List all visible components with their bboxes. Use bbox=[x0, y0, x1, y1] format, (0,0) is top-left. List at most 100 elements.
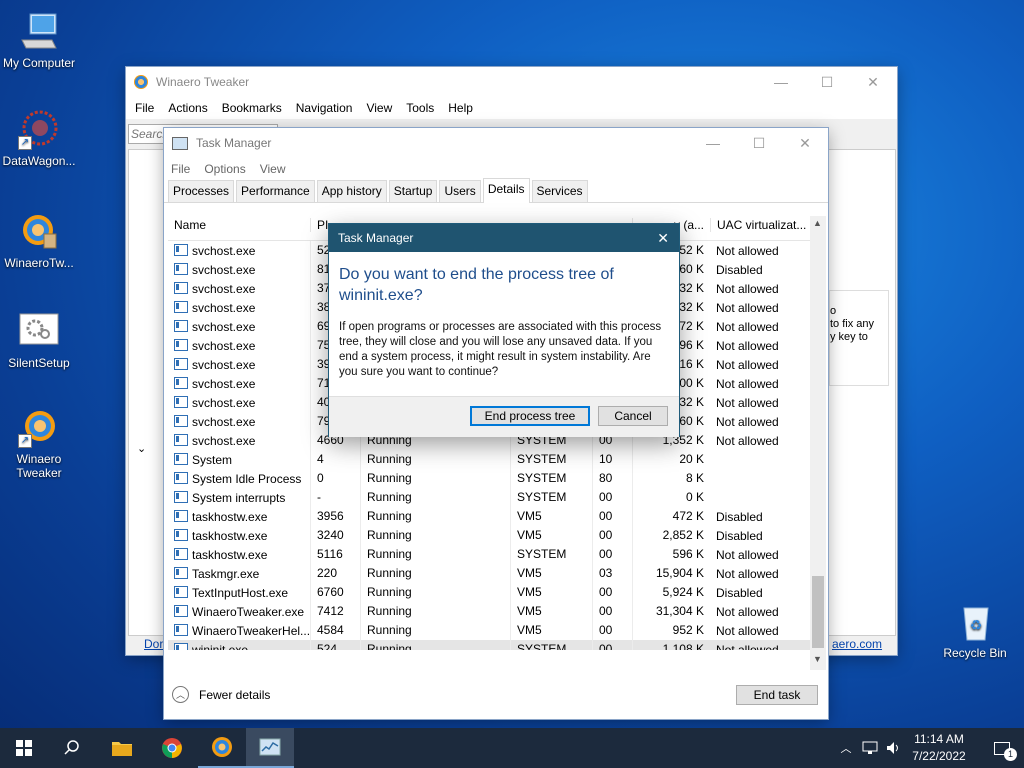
column-header-name[interactable]: Name ^ bbox=[168, 218, 310, 232]
close-button[interactable]: ✕ bbox=[782, 128, 828, 158]
menu-view[interactable]: View bbox=[253, 162, 293, 176]
table-row[interactable]: WinaeroTweaker.exe 7412 Running VM5 00 31,304… bbox=[168, 602, 818, 621]
process-name: svchost.exe bbox=[192, 395, 256, 410]
process-name: System bbox=[192, 452, 233, 467]
chevron-down-icon[interactable]: ⌄ bbox=[137, 442, 146, 455]
network-icon[interactable] bbox=[858, 728, 882, 768]
table-row[interactable]: TextInputHost.exe 6760 Running VM5 00 5,924 K… bbox=[168, 583, 818, 602]
scroll-down-icon[interactable]: ▼ bbox=[813, 654, 822, 664]
tab-services[interactable]: Services bbox=[531, 180, 588, 202]
dialog-title-bar[interactable]: Task Manager ✕ bbox=[329, 224, 679, 252]
uac-cell: Disabled bbox=[716, 528, 763, 543]
desktop-icon-my-computer[interactable]: My Computer bbox=[0, 10, 78, 70]
desktop-icon-silentsetup[interactable]: SilentSetup bbox=[0, 310, 78, 370]
cancel-button[interactable]: Cancel bbox=[598, 406, 668, 426]
tree-pane[interactable]: ⌄ bbox=[128, 149, 166, 636]
task-manager-taskbar-button[interactable] bbox=[246, 728, 294, 768]
process-name: TextInputHost.exe bbox=[192, 585, 289, 600]
tab-startup[interactable]: Startup bbox=[388, 180, 438, 202]
menu-actions[interactable]: Actions bbox=[161, 101, 214, 115]
process-name: taskhostw.exe bbox=[192, 509, 268, 524]
table-row[interactable]: Taskmgr.exe 220 Running VM5 03 15,904 K Not al… bbox=[168, 564, 818, 583]
column-header-uac[interactable]: UAC virtualizat... bbox=[710, 218, 814, 232]
title-bar[interactable]: Task Manager — ☐ ✕ bbox=[164, 128, 828, 158]
search-button[interactable] bbox=[48, 728, 96, 768]
end-task-button[interactable]: End task bbox=[736, 685, 818, 705]
menu-options[interactable]: Options bbox=[197, 162, 252, 176]
tab-users[interactable]: Users bbox=[439, 180, 481, 202]
process-icon bbox=[174, 414, 188, 427]
start-button[interactable] bbox=[0, 728, 48, 768]
fewer-details-link[interactable]: ︿ Fewer details bbox=[172, 686, 270, 703]
vertical-scrollbar[interactable]: ▲ ▼ bbox=[810, 216, 826, 670]
desktop-icon-datawagon[interactable]: ↗ DataWagon... bbox=[0, 108, 78, 168]
menu-file[interactable]: File bbox=[164, 162, 197, 176]
uac-cell: Not allowed bbox=[716, 623, 779, 638]
desktop-icon-label: DataWagon... bbox=[2, 154, 76, 168]
process-name: svchost.exe bbox=[192, 414, 256, 429]
clock[interactable]: 11:14 AM 7/22/2022 bbox=[906, 731, 972, 765]
winaero-app-icon bbox=[134, 75, 148, 89]
table-row[interactable]: System Idle Process 0 Running SYSTEM 80 8 K bbox=[168, 469, 818, 488]
end-process-tree-dialog[interactable]: Task Manager ✕ Do you want to end the pr… bbox=[329, 224, 679, 437]
tab-processes[interactable]: Processes bbox=[168, 180, 235, 202]
maximize-button[interactable]: ☐ bbox=[804, 67, 850, 97]
status-cell: Running bbox=[360, 507, 510, 526]
menu-tools[interactable]: Tools bbox=[399, 101, 441, 115]
table-row[interactable]: taskhostw.exe 3956 Running VM5 00 472 K Disabl… bbox=[168, 507, 818, 526]
desktop-icon-winaero-tweaker[interactable]: ↗ Winaero Tweaker bbox=[0, 406, 78, 480]
tab-app-history[interactable]: App history bbox=[316, 180, 387, 202]
status-cell: Running bbox=[360, 602, 510, 621]
window-title: Task Manager bbox=[196, 136, 272, 150]
volume-icon[interactable] bbox=[882, 728, 906, 768]
close-icon[interactable]: ✕ bbox=[657, 230, 669, 247]
title-bar[interactable]: Winaero Tweaker — ☐ ✕ bbox=[126, 67, 897, 97]
menu-bookmarks[interactable]: Bookmarks bbox=[215, 101, 289, 115]
uac-cell: Not allowed bbox=[716, 357, 779, 372]
fewer-details-label: Fewer details bbox=[199, 687, 271, 702]
menu-help[interactable]: Help bbox=[441, 101, 480, 115]
minimize-button[interactable]: — bbox=[758, 67, 804, 97]
status-link-left[interactable]: Dor bbox=[144, 637, 163, 651]
desktop-icon-winaerotweaker-setup[interactable]: WinaeroTw... bbox=[0, 210, 78, 270]
table-row[interactable]: WinaeroTweakerHel... 4584 Running VM5 00 952 … bbox=[168, 621, 818, 640]
table-row[interactable]: taskhostw.exe 5116 Running SYSTEM 00 596 K Not… bbox=[168, 545, 818, 564]
winaero-tweaker-taskbar-button[interactable] bbox=[198, 728, 246, 768]
tab-bar: Processes Performance App history Startu… bbox=[164, 178, 828, 203]
close-button[interactable]: ✕ bbox=[850, 67, 896, 97]
menu-navigation[interactable]: Navigation bbox=[289, 101, 360, 115]
process-name: svchost.exe bbox=[192, 262, 256, 277]
maximize-button[interactable]: ☐ bbox=[736, 128, 782, 158]
action-center-button[interactable]: 1 bbox=[978, 728, 1024, 768]
menu-file[interactable]: File bbox=[128, 101, 161, 115]
silentsetup-icon bbox=[18, 310, 60, 352]
minimize-button[interactable]: — bbox=[690, 128, 736, 158]
table-row[interactable]: wininit.exe 524 Running SYSTEM 00 1,108 K Not … bbox=[168, 640, 818, 650]
desktop-icon-recycle-bin[interactable]: ♻ Recycle Bin bbox=[936, 600, 1014, 660]
show-hidden-icons-button[interactable]: ︿ bbox=[836, 728, 856, 768]
info-text: to fix any bbox=[830, 318, 875, 330]
tab-performance[interactable]: Performance bbox=[236, 180, 315, 202]
end-process-tree-button[interactable]: End process tree bbox=[470, 406, 590, 426]
user-name-cell: SYSTEM bbox=[510, 640, 592, 650]
process-name-cell: WinaeroTweaker.exe bbox=[168, 604, 310, 619]
status-link-right[interactable]: aero.com bbox=[832, 637, 882, 651]
datawagon-icon: ↗ bbox=[18, 108, 60, 150]
process-icon bbox=[174, 642, 188, 650]
process-icon bbox=[174, 623, 188, 636]
uac-cell: Not allowed bbox=[716, 281, 779, 296]
table-row[interactable]: System interrupts - Running SYSTEM 00 0 K bbox=[168, 488, 818, 507]
menu-view[interactable]: View bbox=[359, 101, 399, 115]
desktop-icon-label: SilentSetup bbox=[8, 356, 70, 370]
pid-cell: 3956 bbox=[310, 507, 360, 526]
scrollbar-thumb[interactable] bbox=[812, 576, 824, 648]
desktop-icon-label: Winaero Tweaker bbox=[16, 452, 62, 480]
table-row[interactable]: System 4 Running SYSTEM 10 20 K bbox=[168, 450, 818, 469]
content-pane: o to fix any y key to bbox=[828, 149, 896, 636]
chrome-button[interactable] bbox=[148, 728, 196, 768]
tab-details[interactable]: Details bbox=[482, 178, 530, 203]
user-name-cell: VM5 bbox=[510, 621, 592, 640]
scroll-up-icon[interactable]: ▲ bbox=[813, 218, 822, 228]
file-explorer-button[interactable] bbox=[98, 728, 146, 768]
table-row[interactable]: taskhostw.exe 3240 Running VM5 00 2,852 K Disa… bbox=[168, 526, 818, 545]
